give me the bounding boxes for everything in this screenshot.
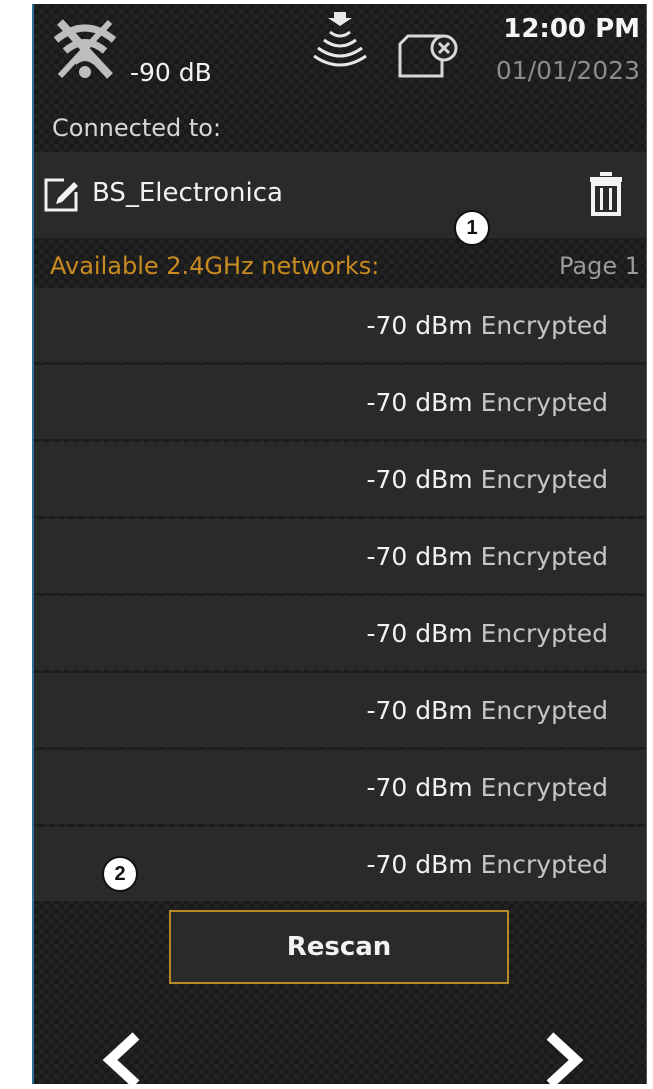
network-security: Encrypted [480, 618, 608, 648]
network-row[interactable]: -70 dBm Encrypted [34, 288, 646, 362]
network-strength: -70 dBm [366, 310, 473, 340]
network-security: Encrypted [480, 695, 608, 725]
network-security: Encrypted [480, 387, 608, 417]
callout-2: 2 [102, 856, 138, 892]
network-list: -70 dBm Encrypted -70 dBm Encrypted -70 dBm E… [34, 288, 646, 904]
network-strength: -70 dBm [366, 464, 473, 494]
antenna-icon [312, 12, 368, 70]
next-page-icon[interactable] [538, 1030, 588, 1084]
sd-card-error-icon [396, 32, 460, 80]
rescan-button[interactable]: Rescan [169, 910, 509, 984]
network-row[interactable]: -70 dBm Encrypted [34, 365, 646, 439]
trash-icon[interactable] [588, 172, 624, 216]
signal-strength: -90 dB [130, 58, 212, 87]
network-strength: -70 dBm [366, 695, 473, 725]
previous-page-icon[interactable] [98, 1030, 148, 1084]
clock-date: 01/01/2023 [495, 56, 640, 85]
status-bar: -90 dB 12:00 PM 01/01/2023 [34, 4, 646, 114]
network-security: Encrypted [480, 464, 608, 494]
network-security: Encrypted [480, 310, 608, 340]
network-strength: -70 dBm [366, 541, 473, 571]
network-row[interactable]: -70 dBm Encrypted [34, 596, 646, 670]
network-strength: -70 dBm [366, 849, 473, 879]
wifi-off-icon [50, 18, 120, 80]
device-screen: -90 dB 12:00 PM 01/01/2023 Connected to: [32, 4, 647, 1084]
available-networks-label: Available 2.4GHz networks: [50, 252, 380, 280]
network-row[interactable]: -70 dBm Encrypted [34, 673, 646, 747]
network-security: Encrypted [480, 541, 608, 571]
network-security: Encrypted [480, 772, 608, 802]
network-security: Encrypted [480, 849, 608, 879]
network-row[interactable]: -70 dBm Encrypted [34, 519, 646, 593]
connected-label: Connected to: [52, 114, 222, 142]
edit-icon[interactable] [42, 174, 82, 214]
network-strength: -70 dBm [366, 387, 473, 417]
network-row[interactable]: -70 dBm Encrypted [34, 442, 646, 516]
page-indicator: Page 1 [559, 252, 640, 280]
network-strength: -70 dBm [366, 772, 473, 802]
connected-network-name: BS_Electronica [92, 178, 283, 208]
callout-1: 1 [454, 210, 490, 246]
network-row[interactable]: -70 dBm Encrypted [34, 750, 646, 824]
network-strength: -70 dBm [366, 618, 473, 648]
clock-time: 12:00 PM [503, 14, 640, 44]
connected-network-row[interactable]: BS_Electronica [34, 152, 646, 238]
